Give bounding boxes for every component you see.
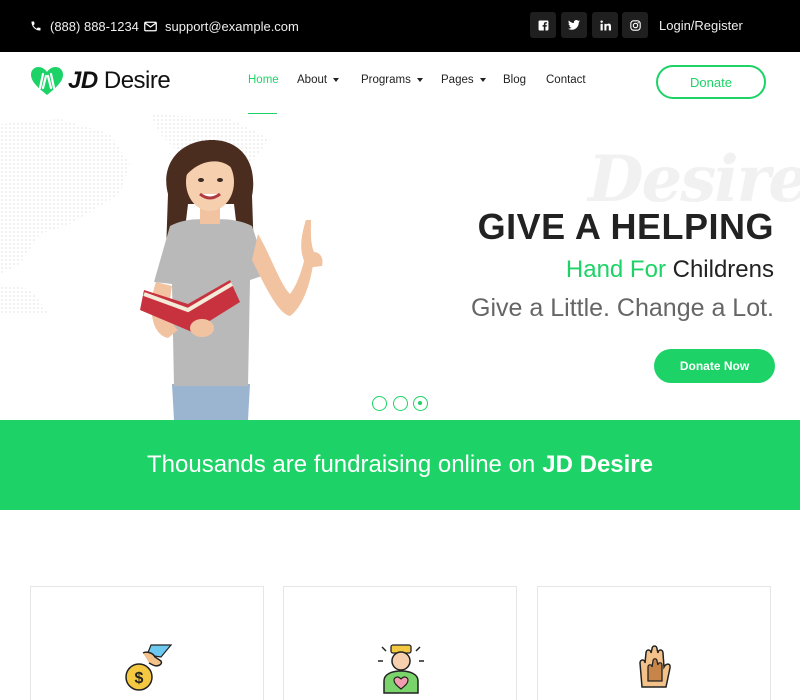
nav-blog[interactable]: Blog [503, 74, 526, 86]
hero-subheadline-green: Hand For [565, 256, 666, 283]
hero-tagline: Give a Little. Change a Lot. [471, 294, 774, 322]
nav-contact-label: Contact [546, 74, 586, 86]
email-address: support@example.com [165, 18, 299, 34]
nav-about-label: About [297, 74, 328, 86]
phone-contact[interactable]: (888) 888-1234 [30, 0, 139, 52]
feature-card-2 [283, 586, 517, 700]
slider-dot-1[interactable] [372, 396, 387, 411]
nav-about[interactable]: About [297, 74, 340, 86]
nav-home-label: Home [248, 74, 279, 86]
hero-subheadline: Hand For Childrens [566, 256, 774, 284]
facebook-icon[interactable] [530, 12, 556, 38]
caret-down-icon [416, 78, 423, 82]
nav-contact[interactable]: Contact [546, 74, 586, 86]
nav-programs-label: Programs [361, 74, 411, 86]
svg-text:$: $ [135, 670, 144, 687]
logo-text-jd: JD [68, 67, 98, 94]
fundraising-banner: Thousands are fundraising online on JD De… [0, 420, 800, 510]
instagram-icon[interactable] [622, 12, 648, 38]
caret-down-icon [333, 78, 340, 82]
top-bar: (888) 888-1234 support@example.com Login… [0, 0, 800, 52]
banner-brand: JD Desire [542, 451, 653, 478]
hero-headline: GIVE A HELPING [477, 206, 774, 247]
logo-text-desire: Desire [103, 67, 171, 94]
donate-button[interactable]: Donate [656, 65, 766, 99]
linkedin-icon[interactable] [592, 12, 618, 38]
nav-pages-label: Pages [441, 74, 474, 86]
girl-with-book-image [140, 140, 323, 420]
site-logo[interactable]: JD Desire [30, 66, 171, 96]
login-register-link[interactable]: Login/Register [659, 0, 743, 52]
feature-card-1: $ [30, 586, 264, 700]
caret-down-icon [479, 78, 486, 82]
person-heart-icon [378, 644, 424, 694]
envelope-icon [144, 21, 157, 31]
nav-blog-label: Blog [503, 74, 527, 86]
twitter-icon[interactable] [561, 12, 587, 38]
slider-dot-3[interactable] [413, 396, 428, 411]
phone-number: (888) 888-1234 [50, 18, 139, 34]
banner-text: Thousands are fundraising online on [147, 451, 536, 478]
phone-icon [31, 21, 41, 31]
helping-hands-icon [639, 645, 671, 688]
slider-dot-2[interactable] [393, 396, 408, 411]
email-contact[interactable]: support@example.com [144, 0, 299, 52]
heart-hands-logo-icon [31, 67, 63, 95]
main-header: JD Desire Home About Programs Pages Blog… [0, 52, 800, 115]
feature-card-3 [537, 586, 771, 700]
hero-subheadline-rest: Childrens [672, 256, 774, 283]
nav-home[interactable]: Home [248, 74, 279, 115]
nav-programs[interactable]: Programs [361, 74, 423, 86]
nav-pages[interactable]: Pages [441, 74, 486, 86]
coin-hand-icon: $ [125, 644, 173, 691]
hero-slider: Desire GIVE A HELPING Hand For Childrens… [0, 114, 800, 420]
donate-now-button[interactable]: Donate Now [654, 349, 775, 383]
